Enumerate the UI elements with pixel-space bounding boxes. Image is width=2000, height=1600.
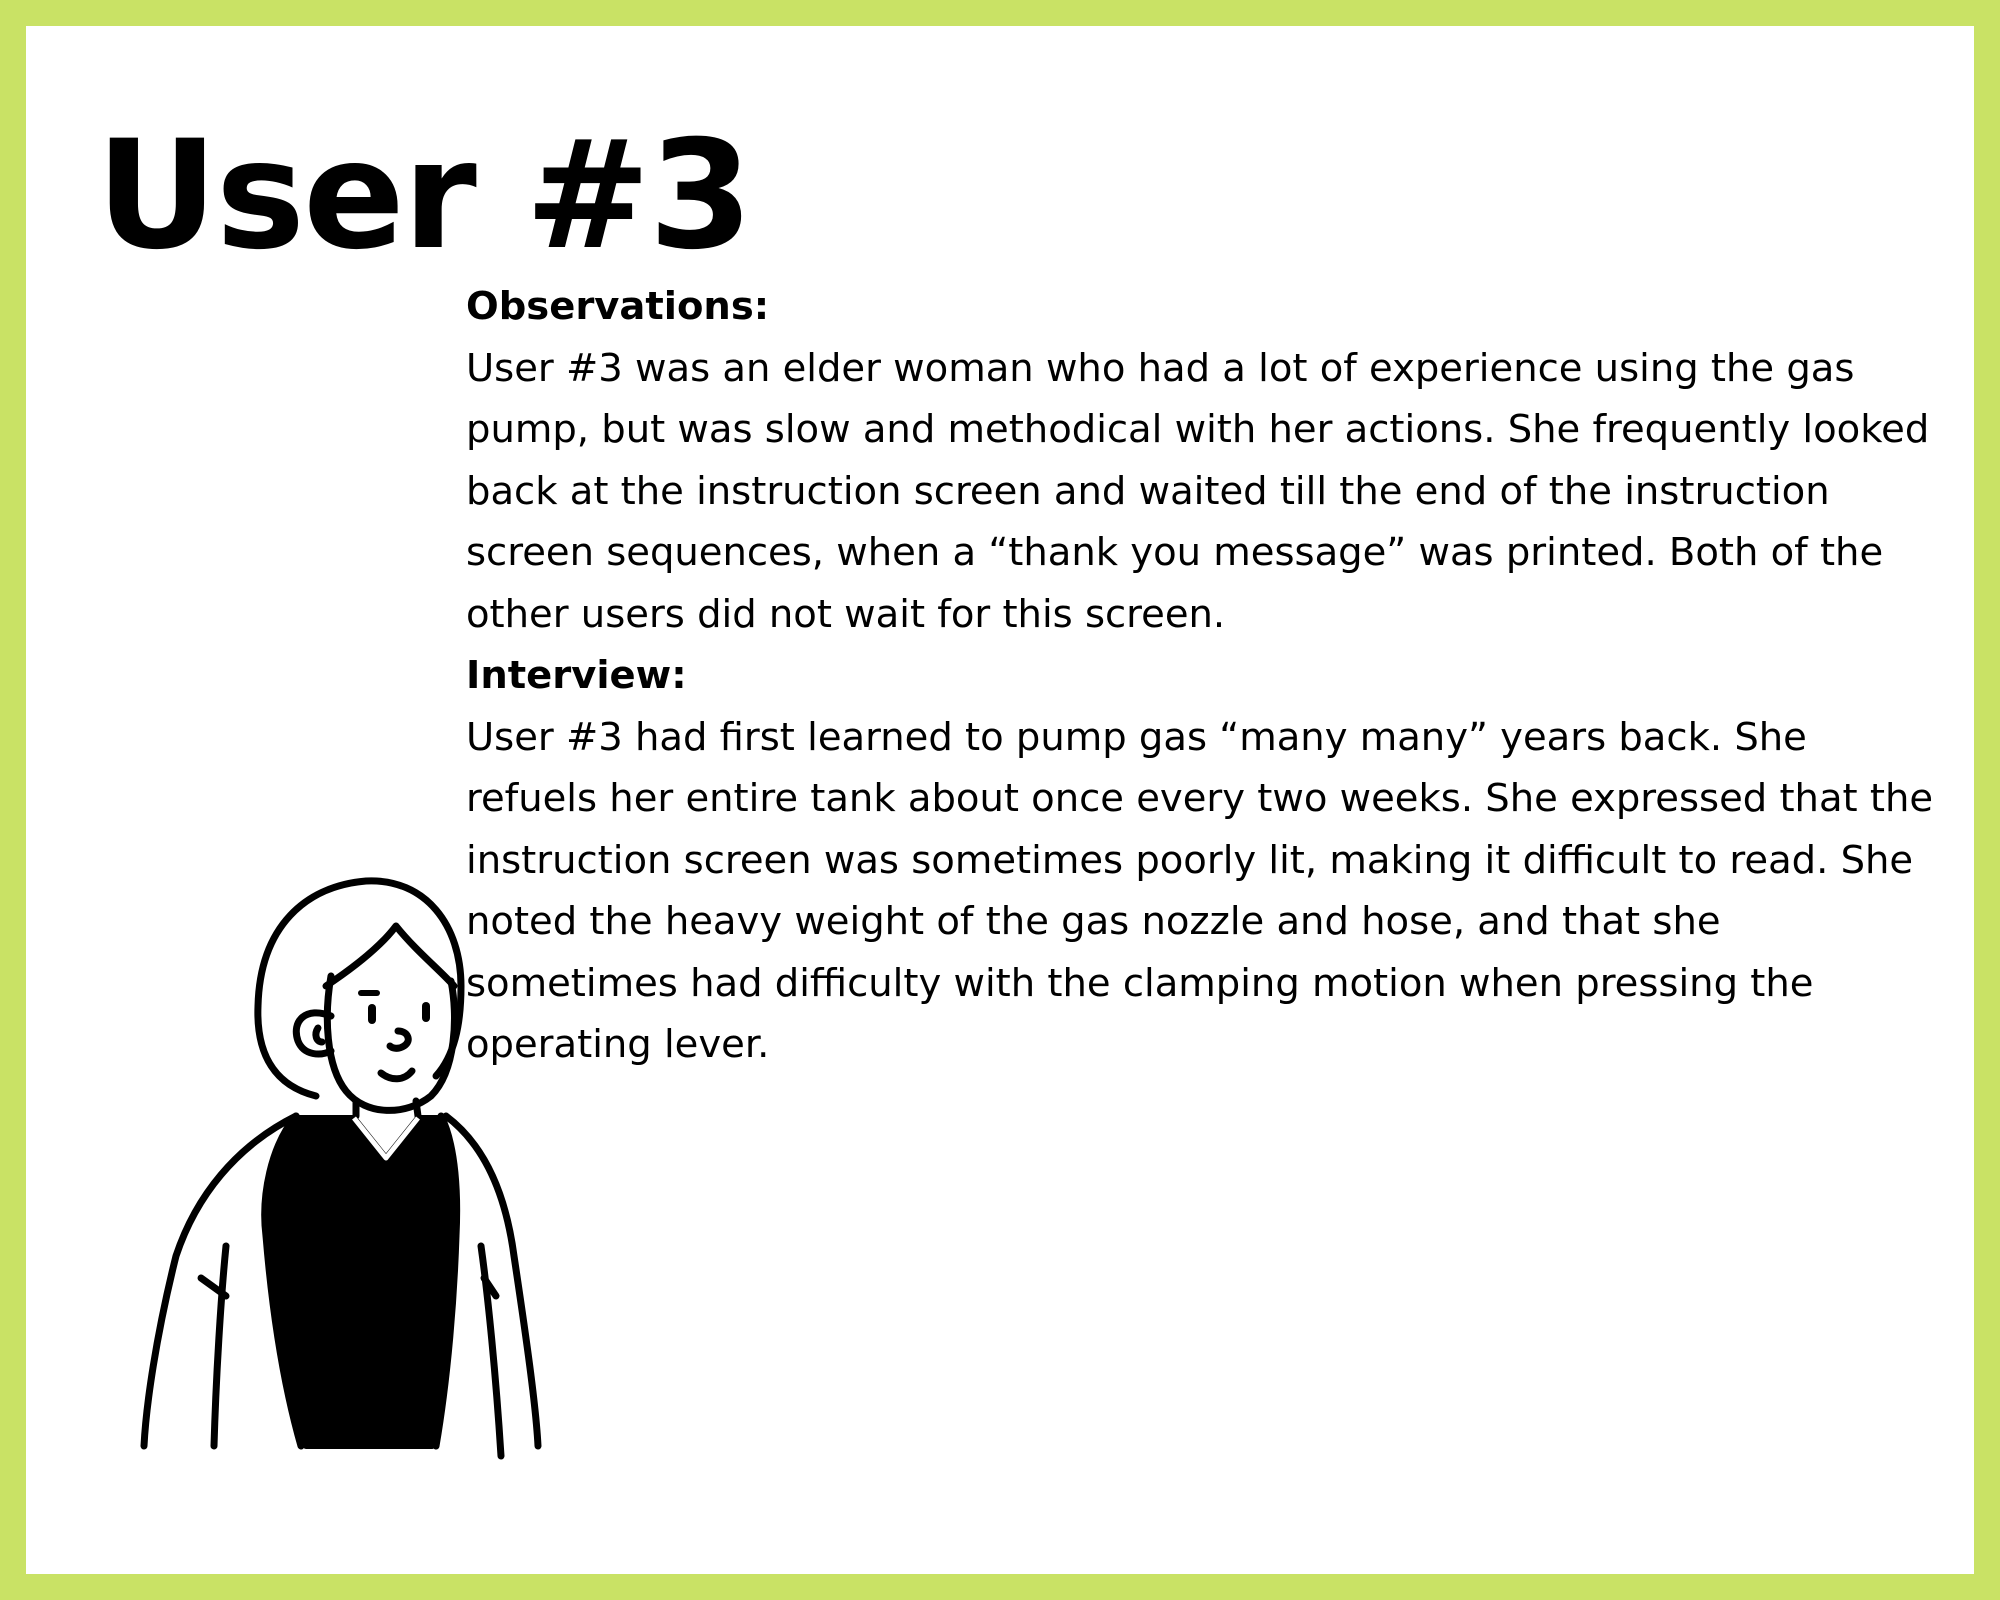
hair-outline (254, 877, 465, 1100)
interview-heading: Interview: (466, 653, 687, 698)
observations-text: User #3 was an elder woman who had a lot… (466, 345, 1930, 637)
ear-inner (312, 1024, 326, 1046)
interview-text: User #3 had first learned to pump gas “m… (466, 714, 1934, 1068)
mouth (377, 1067, 416, 1083)
hair-bangs (322, 922, 458, 990)
nose (386, 1027, 412, 1052)
left-eyebrow (358, 990, 380, 996)
observations-heading: Observations: (466, 284, 770, 329)
right-eye (422, 1002, 430, 1022)
neck-right (412, 1097, 422, 1120)
notes-content: Observations: User #3 was an elder woman… (466, 276, 1936, 1076)
sweater (266, 1115, 456, 1449)
page-title: User #3 (96, 109, 753, 283)
coat-outline-right (442, 1112, 542, 1450)
elderly-woman-icon (140, 877, 542, 1460)
page-frame: User #3 Observations: User #3 was an eld… (26, 26, 1974, 1574)
left-eye (368, 1004, 376, 1024)
sleeve-line-left (210, 1242, 230, 1450)
